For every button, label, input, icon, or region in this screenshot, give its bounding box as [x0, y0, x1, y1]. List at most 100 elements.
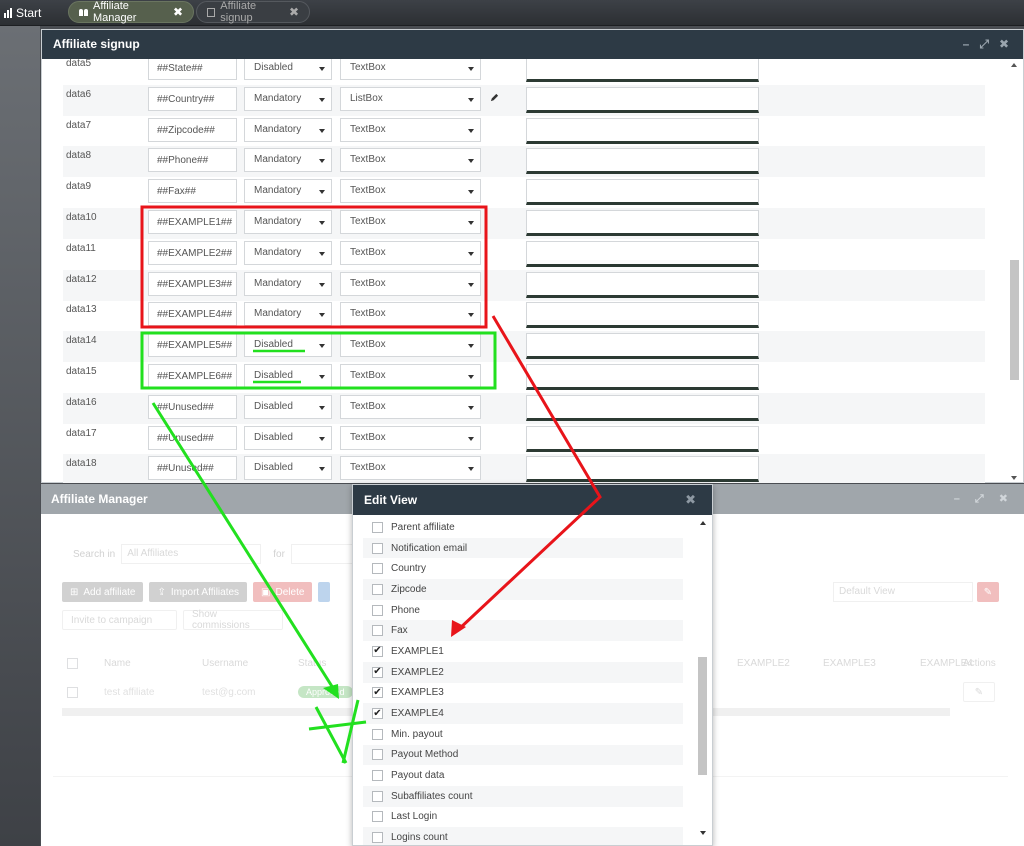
checkbox[interactable] [372, 625, 383, 637]
column-option[interactable]: ✔ EXAMPLE3 [363, 683, 683, 704]
checkbox[interactable] [372, 770, 383, 782]
field-code-input[interactable]: ##EXAMPLE3## [148, 271, 237, 296]
field-status-select[interactable]: Mandatory [244, 117, 332, 142]
field-type-select[interactable]: TextBox [340, 148, 481, 173]
field-code-input[interactable]: ##EXAMPLE1## [148, 210, 237, 234]
field-type-select[interactable]: TextBox [340, 59, 481, 80]
column-header-example3[interactable]: EXAMPLE3 [823, 658, 876, 669]
column-option[interactable]: Country [363, 558, 683, 579]
field-preview-textbox[interactable] [526, 210, 759, 236]
checkbox[interactable] [372, 790, 383, 802]
checkbox[interactable] [372, 832, 383, 844]
field-status-select[interactable]: Disabled [244, 425, 332, 450]
field-preview-textbox[interactable] [526, 179, 759, 206]
field-status-select[interactable]: Mandatory [244, 302, 332, 327]
column-option[interactable]: Payout Method [363, 744, 683, 766]
column-option[interactable]: ✔ EXAMPLE1 [363, 641, 683, 662]
row-edit-button[interactable]: ✎ [963, 682, 995, 702]
import-affiliates-button[interactable]: ⇪ Import Affiliates [149, 582, 248, 602]
field-preview-textbox[interactable] [526, 86, 759, 113]
cell-name[interactable]: test affiliate [104, 687, 202, 698]
tab-affiliate-manager[interactable]: Affiliate Manager ✖ [68, 0, 194, 24]
field-preview-textbox[interactable] [526, 240, 759, 267]
field-type-select[interactable]: TextBox [340, 394, 481, 419]
field-status-select[interactable]: Mandatory [244, 210, 332, 234]
field-status-select[interactable]: Mandatory [244, 148, 332, 173]
field-type-select[interactable]: TextBox [340, 240, 481, 265]
field-code-input[interactable]: ##Fax## [148, 179, 237, 204]
pencil-icon[interactable] [490, 93, 499, 102]
more-button[interactable] [318, 582, 331, 602]
checked-checkbox[interactable]: ✔ [372, 666, 383, 678]
checked-checkbox[interactable]: ✔ [372, 708, 383, 720]
field-type-select[interactable]: TextBox [340, 456, 481, 481]
column-option[interactable]: Notification email [363, 537, 683, 559]
field-code-input[interactable]: ##Phone## [148, 148, 237, 173]
column-header-example2[interactable]: EXAMPLE2 [737, 658, 790, 669]
column-option[interactable]: ✔ EXAMPLE2 [363, 661, 683, 683]
field-code-input[interactable]: ##State## [148, 59, 237, 80]
field-code-input[interactable]: ##EXAMPLE6## [148, 364, 237, 388]
maximize-icon[interactable]: ⤢ [979, 37, 989, 52]
scrollbar-thumb[interactable] [1010, 260, 1019, 380]
scroll-down-icon[interactable] [700, 831, 706, 835]
field-status-select[interactable]: Mandatory [244, 86, 332, 111]
column-option[interactable]: Fax [363, 620, 683, 642]
field-code-input[interactable]: ##EXAMPLE4## [148, 302, 237, 327]
field-type-select[interactable]: TextBox [340, 117, 481, 142]
checkbox[interactable] [372, 563, 383, 575]
column-option[interactable]: Zipcode [363, 579, 683, 600]
column-header-status[interactable]: Status [298, 658, 358, 669]
delete-button[interactable]: ▣ Delete [253, 582, 313, 602]
scroll-up-icon[interactable] [1011, 63, 1017, 67]
column-option[interactable]: Parent affiliate [363, 517, 683, 538]
field-type-select[interactable]: TextBox [340, 271, 481, 296]
scrollbar-thumb[interactable] [698, 657, 707, 775]
close-icon[interactable]: ✖ [289, 5, 299, 19]
column-option[interactable]: Last Login [363, 807, 683, 828]
column-header-name[interactable]: Name [104, 658, 202, 669]
row-checkbox[interactable] [67, 686, 78, 698]
field-code-input[interactable]: ##EXAMPLE5## [148, 333, 237, 358]
field-preview-textbox[interactable] [526, 456, 759, 483]
field-status-select[interactable]: Disabled [244, 364, 332, 388]
checkbox[interactable] [372, 604, 383, 616]
field-preview-textbox[interactable] [526, 148, 759, 175]
field-type-select[interactable]: TextBox [340, 179, 481, 204]
scroll-down-icon[interactable] [1011, 476, 1017, 480]
start-button[interactable]: Start [4, 4, 41, 22]
field-code-input[interactable]: ##Unused## [148, 394, 237, 419]
field-type-select[interactable]: TextBox [340, 302, 481, 327]
field-status-select[interactable]: Disabled [244, 59, 332, 80]
checkbox[interactable] [372, 811, 383, 823]
column-header-username[interactable]: Username [202, 658, 298, 669]
column-option[interactable]: Subaffiliates count [363, 785, 683, 807]
window-controls[interactable]: – ⤢ ✖ [954, 492, 1014, 506]
checkbox[interactable] [372, 542, 383, 554]
checkbox[interactable] [372, 521, 383, 533]
checked-checkbox[interactable]: ✔ [372, 645, 383, 657]
field-code-input[interactable]: ##Zipcode## [148, 117, 237, 142]
field-type-select[interactable]: TextBox [340, 425, 481, 450]
close-icon[interactable]: ✖ [173, 5, 183, 19]
add-affiliate-button[interactable]: ⊞ Add affiliate [62, 582, 144, 602]
field-type-select[interactable]: TextBox [340, 333, 481, 358]
column-option[interactable]: Logins count [363, 827, 683, 845]
column-option[interactable]: Phone [363, 600, 683, 621]
field-preview-textbox[interactable] [526, 364, 759, 390]
field-status-select[interactable]: Disabled [244, 456, 332, 481]
field-type-select[interactable]: ListBox [340, 86, 481, 111]
checkbox[interactable] [372, 728, 383, 740]
field-status-select[interactable]: Mandatory [244, 179, 332, 204]
column-option[interactable]: Payout data [363, 765, 683, 786]
field-status-select[interactable]: Mandatory [244, 240, 332, 265]
view-select[interactable]: Default View [833, 582, 973, 602]
field-status-select[interactable]: Disabled [244, 394, 332, 419]
field-preview-textbox[interactable] [526, 271, 759, 298]
close-icon[interactable]: ✖ [999, 37, 1009, 52]
field-preview-textbox[interactable] [526, 117, 759, 144]
invite-to-campaign-button[interactable]: Invite to campaign [62, 610, 177, 630]
minimize-icon[interactable]: – [963, 37, 970, 52]
field-status-select[interactable]: Mandatory [244, 271, 332, 296]
checkbox[interactable] [372, 583, 383, 595]
